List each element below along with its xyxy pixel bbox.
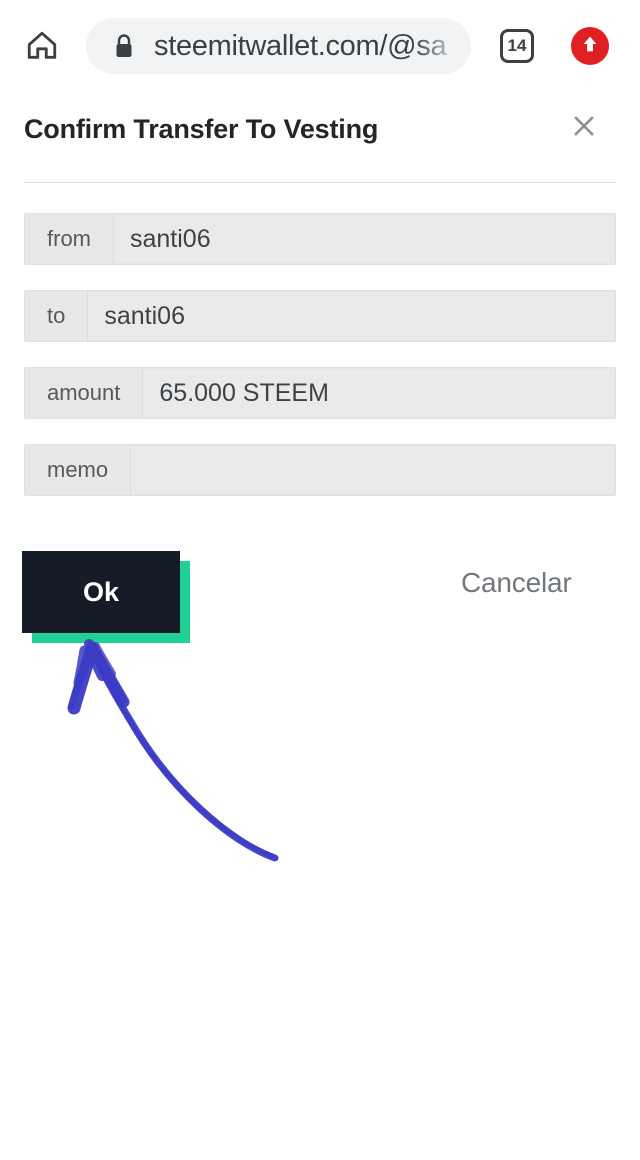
dialog-header: Confirm Transfer To Vesting [0,92,640,183]
up-arrow-icon [579,33,601,60]
url-text-container: steemitwallet.com/@sa [154,18,471,74]
home-icon [25,29,59,68]
field-value-memo [131,445,615,495]
field-row-amount: amount 65.000 STEEM [24,367,616,419]
ok-button-container: Ok [22,551,190,643]
field-value-to: santi06 [88,291,615,341]
browser-toolbar: steemitwallet.com/@sa 14 [0,0,640,92]
screen: steemitwallet.com/@sa 14 Confirm Transfe… [0,0,640,1160]
tab-counter-button[interactable]: 14 [500,29,534,63]
header-divider [24,182,616,183]
field-label-memo: memo [25,445,132,495]
lock-icon [112,33,136,60]
field-label-amount: amount [25,368,144,418]
field-row-to: to santi06 [24,290,616,342]
page-title: Confirm Transfer To Vesting [24,114,379,144]
field-label-to: to [25,291,89,341]
field-row-memo: memo [24,444,616,496]
field-value-from: santi06 [114,214,615,264]
tab-counter-label: 14 [507,36,527,55]
ok-button[interactable]: Ok [22,551,180,633]
close-button[interactable] [566,110,602,146]
address-bar[interactable]: steemitwallet.com/@sa [86,18,471,74]
field-value-amount: 65.000 STEEM [143,368,615,418]
field-label-from: from [25,214,114,264]
dialog-actions: Ok Cancelar [0,551,640,661]
url-text: steemitwallet.com/@sa [154,30,447,62]
cancel-button[interactable]: Cancelar [461,567,572,599]
home-button[interactable] [14,22,70,74]
confirm-transfer-dialog: Confirm Transfer To Vesting from santi06… [0,92,640,643]
update-button[interactable] [571,27,609,65]
field-row-from: from santi06 [24,213,616,265]
transfer-details-form: from santi06 to santi06 amount 65.000 ST… [24,213,616,521]
close-icon [570,112,598,145]
